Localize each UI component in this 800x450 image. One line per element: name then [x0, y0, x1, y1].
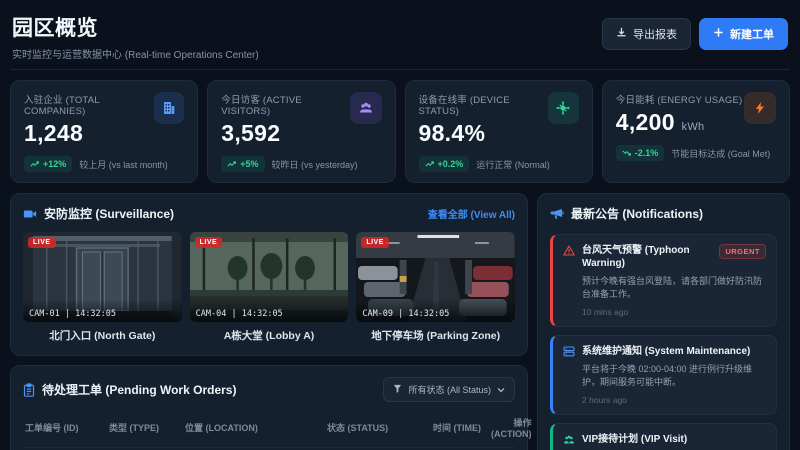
page-title: 园区概览 — [12, 17, 98, 40]
chevron-down-icon — [497, 385, 505, 395]
delta-badge: +0.2% — [418, 156, 470, 172]
camera-feed: LIVE CAM-09 | 14:32:05 — [356, 232, 515, 322]
video-camera-icon — [23, 208, 37, 220]
notification-time: 2 hours ago — [582, 395, 627, 406]
server-icon — [563, 346, 575, 357]
export-report-button[interactable]: 导出报表 — [602, 18, 691, 50]
stat-label: 设备在线率 (DEVICE STATUS) — [418, 95, 510, 117]
col-status: 状态 (STATUS) — [327, 423, 389, 433]
stat-unit: kWh — [681, 121, 705, 133]
megaphone-icon — [550, 208, 564, 220]
bolt-icon — [744, 92, 776, 124]
delta-badge: +12% — [24, 156, 73, 172]
left-column: 安防监控 (Surveillance) 查看全部 (View All) LIVE… — [10, 193, 532, 450]
camera-overlay: CAM-09 | 14:32:05 — [356, 299, 515, 322]
camera-caption: 北门入口 (North Gate) — [49, 330, 156, 342]
camera-tile-parking[interactable]: LIVE CAM-09 | 14:32:05 地下停车场 (Parking Zo… — [356, 232, 515, 343]
delta-note: 运行正常 (Normal) — [476, 159, 550, 170]
stat-value: 98.4% — [418, 120, 486, 146]
warning-triangle-icon — [563, 245, 575, 256]
work-orders-panel: 待处理工单 (Pending Work Orders) 所有状态 (All St… — [10, 365, 532, 450]
notification-time: 10 mins ago — [582, 307, 629, 318]
status-filter-dropdown[interactable]: 所有状态 (All Status) — [383, 377, 515, 402]
camera-overlay: CAM-04 | 14:32:05 — [189, 299, 349, 322]
table-header-row: 工单编号 (ID) 类型 (TYPE) 位置 (LOCATION) 状态 (ST… — [23, 412, 532, 447]
notification-title: 台风天气预警 (Typhoon Warning) — [582, 245, 690, 269]
live-badge: LIVE — [28, 237, 56, 248]
notifications-panel: 最新公告 (Notifications) 台风天气预警 (Typhoon War… — [537, 193, 790, 450]
main-area: 安防监控 (Surveillance) 查看全部 (View All) LIVE… — [10, 193, 790, 450]
new-work-order-button[interactable]: 新建工单 — [699, 18, 788, 50]
network-icon — [548, 92, 579, 124]
notification-body: 预计今晚有强台风登陆，请各部门做好防汛防台准备工作。 — [582, 276, 763, 300]
vip-group-icon — [563, 434, 575, 445]
notification-list: 台风天气预警 (Typhoon Warning) URGENT 预计今晚有强台风… — [550, 234, 777, 450]
col-action: 操作 (ACTION) — [491, 418, 532, 439]
col-type: 类型 (TYPE) — [109, 423, 160, 433]
stat-value: 1,248 — [24, 120, 84, 146]
delta-badge: -2.1% — [615, 145, 665, 161]
work-orders-title: 待处理工单 (Pending Work Orders) — [42, 383, 237, 397]
stat-card-visitors: 今日访客 (ACTIVE VISITORS) 3,592 +5% 较昨日 (vs… — [207, 80, 396, 183]
stat-value: 3,592 — [221, 120, 281, 146]
page-subtitle: 实时监控与运营数据中心 (Real-time Operations Center… — [12, 50, 259, 61]
dashboard-page: 园区概览 实时监控与运营数据中心 (Real-time Operations C… — [0, 0, 800, 450]
header-titles: 园区概览 实时监控与运营数据中心 (Real-time Operations C… — [12, 12, 259, 61]
page-header: 园区概览 实时监控与运营数据中心 (Real-time Operations C… — [10, 10, 790, 70]
delta-note: 较昨日 (vs yesterday) — [271, 159, 358, 170]
delta-note: 较上月 (vs last month) — [79, 159, 168, 170]
notification-title: VIP接待计划 (VIP Visit) — [582, 434, 688, 446]
col-id: 工单编号 (ID) — [25, 423, 79, 433]
header-actions: 导出报表 新建工单 — [602, 18, 788, 50]
visitors-icon — [350, 92, 382, 124]
notifications-title: 最新公告 (Notifications) — [571, 207, 703, 221]
stat-label: 今日能耗 (ENERGY USAGE) — [615, 95, 743, 106]
funnel-icon — [393, 384, 402, 395]
live-badge: LIVE — [361, 237, 389, 248]
camera-tile-north-gate[interactable]: LIVE CAM-01 | 14:32:05 北门入口 (North Gate) — [23, 232, 182, 343]
surveillance-panel: 安防监控 (Surveillance) 查看全部 (View All) LIVE… — [10, 193, 528, 356]
camera-caption: A栋大堂 (Lobby A) — [223, 330, 315, 342]
stat-label: 入驻企业 (TOTAL COMPANIES) — [24, 95, 100, 117]
stat-card-companies: 入驻企业 (TOTAL COMPANIES) 1,248 +12% 较上月 (v… — [10, 80, 199, 183]
stat-card-energy: 今日能耗 (ENERGY USAGE) 4,200 kWh -2.1% 节能目标… — [601, 80, 790, 183]
urgent-badge: URGENT — [719, 244, 766, 259]
clipboard-icon — [23, 382, 35, 397]
camera-tile-lobby-a[interactable]: LIVE CAM-04 | 14:32:05 A栋大堂 (Lobby A) — [189, 232, 349, 343]
notification-title: 系统维护通知 (System Maintenance) — [582, 346, 751, 358]
stat-card-devices: 设备在线率 (DEVICE STATUS) 98.4% +0.2% 运行正常 (… — [404, 80, 593, 183]
surveillance-title: 安防监控 (Surveillance) — [44, 207, 175, 221]
notification-vip[interactable]: VIP接待计划 (VIP Visit) 市领导考察团将于明日上午9点莅临参观，请… — [550, 423, 777, 450]
col-location: 位置 (LOCATION) — [185, 423, 258, 433]
notification-maintenance[interactable]: 系统维护通知 (System Maintenance) 平台将于今晚 02:00… — [550, 335, 777, 416]
stat-label: 今日访客 (ACTIVE VISITORS) — [221, 95, 302, 117]
delta-note: 节能目标达成 (Goal Met) — [671, 148, 771, 159]
notification-body: 平台将于今晚 02:00-04:00 进行例行升级维护，期间服务可能中断。 — [582, 364, 753, 388]
camera-feed: LIVE CAM-04 | 14:32:05 — [189, 232, 349, 322]
building-icon — [154, 92, 185, 124]
live-badge: LIVE — [194, 237, 223, 248]
plus-icon — [713, 27, 724, 41]
work-orders-table: 工单编号 (ID) 类型 (TYPE) 位置 (LOCATION) 状态 (ST… — [23, 412, 532, 450]
camera-grid: LIVE CAM-01 | 14:32:05 北门入口 (North Gate) — [23, 232, 515, 343]
download-icon — [616, 27, 627, 41]
notification-typhoon[interactable]: 台风天气预警 (Typhoon Warning) URGENT 预计今晚有强台风… — [550, 234, 777, 328]
camera-overlay: CAM-01 | 14:32:05 — [23, 299, 182, 322]
stats-row: 入驻企业 (TOTAL COMPANIES) 1,248 +12% 较上月 (v… — [10, 80, 790, 183]
camera-caption: 地下停车场 (Parking Zone) — [371, 330, 501, 342]
camera-feed: LIVE CAM-01 | 14:32:05 — [23, 232, 182, 322]
view-all-link[interactable]: 查看全部 (View All) — [428, 206, 515, 221]
stat-value: 4,200 — [615, 109, 675, 135]
delta-badge: +5% — [221, 156, 265, 172]
col-time: 时间 (TIME) — [433, 423, 481, 433]
